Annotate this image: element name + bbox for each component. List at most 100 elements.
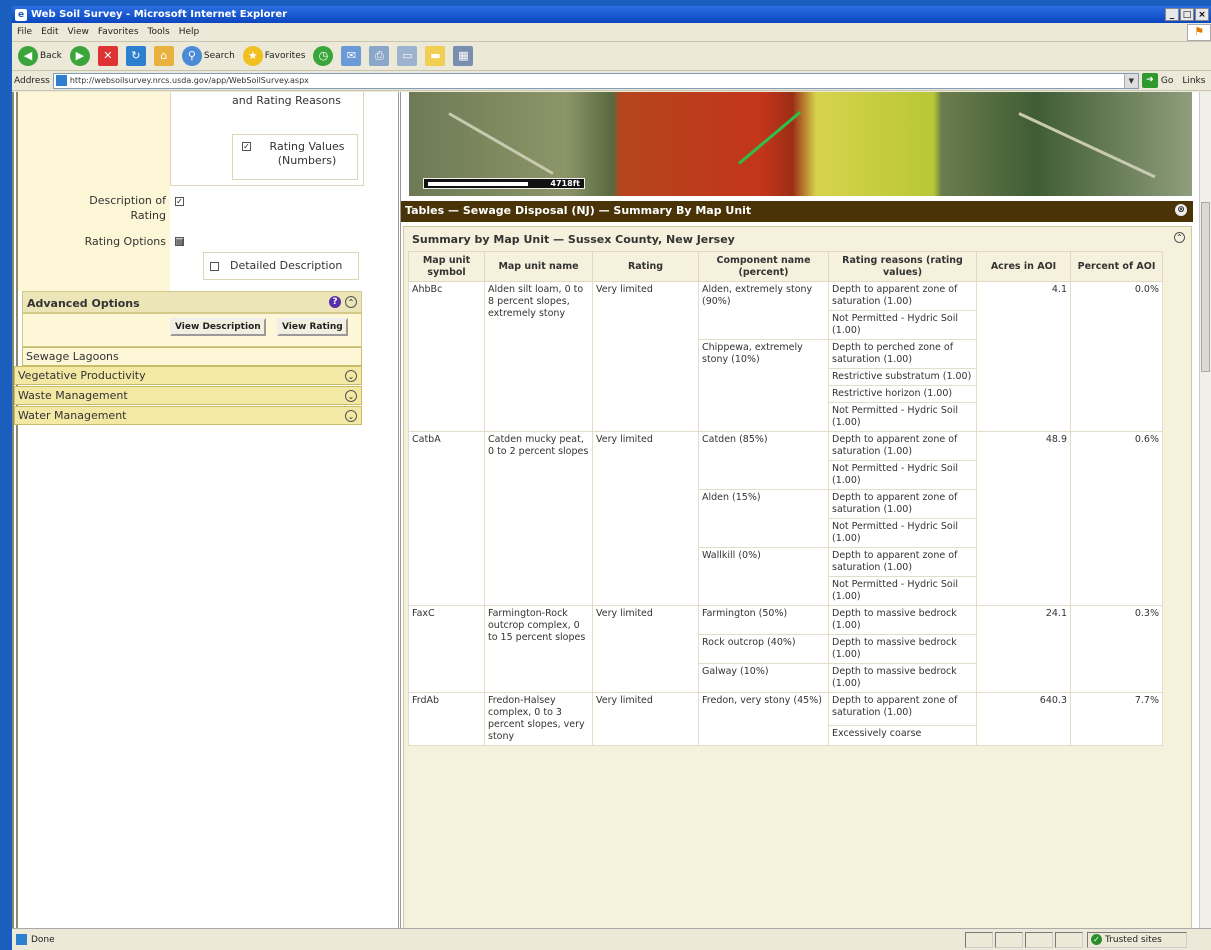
address-dropdown-icon[interactable]: ▼ [1123,73,1138,88]
column-header[interactable]: Rating [592,251,699,282]
acres-in-aoi: 4.1 [976,281,1071,432]
column-header[interactable]: Component name (percent) [698,251,829,282]
search-button[interactable]: ⚲ Search [180,44,237,68]
table-row: AhbBc Alden silt loam, 0 to 8 percent sl… [408,281,1163,432]
component-name: Alden (15%) [698,489,829,548]
stop-icon: ✕ [97,46,118,66]
description-of-rating-label: Description of Rating [89,194,166,222]
close-button[interactable]: × [1195,8,1209,21]
address-input[interactable]: http://websoilsurvey.nrcs.usda.gov/app/W… [52,72,1139,89]
help-icon[interactable]: ? [329,296,341,308]
status-text: Done [31,934,55,945]
close-icon[interactable]: ⊗ [1175,204,1187,216]
component-name: Wallkill (0%) [698,547,829,606]
vertical-scrollbar[interactable] [1199,92,1211,928]
back-label: Back [40,51,62,61]
table-header-row: Map unit symbol Map unit name Rating Com… [408,251,1163,282]
map-road [448,112,554,175]
rating: Very limited [592,692,699,746]
rating-reason: Not Permitted - Hydric Soil (1.00) [828,576,977,606]
collapse-icon[interactable]: ⌃ [1174,232,1185,243]
expand-icon[interactable]: ⌄ [345,390,357,402]
right-panel: 4718ft Tables — Sewage Disposal (NJ) — S… [398,92,1202,948]
mail-button[interactable]: ✉ [339,44,363,68]
menu-file[interactable]: File [17,27,32,37]
column-header[interactable]: Percent of AOI [1070,251,1163,282]
menu-favorites[interactable]: Favorites [98,27,139,37]
back-button[interactable]: ◀ Back [16,44,64,68]
collapse-icon[interactable]: ⌃ [345,296,357,308]
folder-button[interactable]: ▬ [423,44,447,68]
map-road [1018,112,1156,179]
zone-label: Trusted sites [1105,934,1162,945]
print-button[interactable]: ⎙ [367,44,391,68]
search-label: Search [203,51,235,61]
history-icon: ◷ [313,46,334,66]
advanced-options-header[interactable]: Advanced Options ? ⌃ [22,291,362,313]
menu-view[interactable]: View [68,27,89,37]
description-of-rating-checkbox[interactable]: ✓ [175,197,184,206]
expand-icon[interactable]: ⌄ [345,410,357,422]
detailed-description-checkbox[interactable] [210,262,219,271]
soil-map[interactable]: 4718ft [409,92,1192,196]
scrollbar-thumb[interactable] [1201,202,1210,372]
rating-reason: Depth to massive bedrock (1.00) [828,663,977,693]
tables-header-title: Tables — Sewage Disposal (NJ) — Summary … [405,204,752,217]
toolbar: ◀ Back ▶ ✕ ↻ ⌂ ⚲ Search ★ Favorites ◷ ✉ ⎙ ▭… [12,42,1211,71]
status-pane [1055,931,1083,948]
go-arrow-icon[interactable]: ➜ [1141,73,1158,88]
advanced-options-title: Advanced Options [27,297,140,310]
menu-help[interactable]: Help [179,27,200,37]
menu-tools[interactable]: Tools [148,27,170,37]
map-unit-name: Fredon-Halsey complex, 0 to 3 percent sl… [484,692,593,746]
acres-in-aoi: 48.9 [976,431,1071,606]
menu-bar: File Edit View Favorites Tools Help ⚑ [12,23,1211,42]
view-rating-button[interactable]: View Rating [277,318,348,336]
map-unit-name: Catden mucky peat, 0 to 2 percent slopes [484,431,593,606]
expand-icon[interactable]: ⌄ [345,370,357,382]
left-panel: and Rating Reasons ✓ Rating Values (Numb… [12,92,388,928]
refresh-button[interactable]: ↻ [124,44,148,68]
menu-edit[interactable]: Edit [41,27,58,37]
rating-values-checkbox[interactable]: ✓ [242,142,251,151]
go-label[interactable]: Go [1161,76,1173,86]
rating-reason: Not Permitted - Hydric Soil (1.00) [828,460,977,490]
forward-button[interactable]: ▶ [68,44,92,68]
rating-reason: Depth to massive bedrock (1.00) [828,605,977,635]
vegetative-productivity-panel[interactable]: Vegetative Productivity ⌄ [14,366,362,385]
column-header[interactable]: Rating reasons (rating values) [828,251,977,282]
waste-management-panel[interactable]: Waste Management ⌄ [14,386,362,405]
history-button[interactable]: ◷ [311,44,335,68]
rating-options-checkbox[interactable]: ▤ [175,237,184,246]
edit-button[interactable]: ▭ [395,44,419,68]
maximize-button[interactable]: □ [1180,8,1194,21]
forward-arrow-icon: ▶ [69,46,90,66]
links-label[interactable]: Links [1182,76,1205,86]
panel-label: Vegetative Productivity [18,369,146,382]
print-icon: ⎙ [369,46,390,66]
column-header[interactable]: Map unit name [484,251,593,282]
view-description-button[interactable]: View Description [170,318,266,336]
folder-icon: ▬ [425,46,446,66]
water-management-panel[interactable]: Water Management ⌄ [14,406,362,425]
rating-reason: Depth to massive bedrock (1.00) [828,634,977,664]
status-pane [965,931,993,948]
column-header[interactable]: Acres in AOI [976,251,1071,282]
home-button[interactable]: ⌂ [152,44,176,68]
rating-reason: Not Permitted - Hydric Soil (1.00) [828,402,977,432]
page-content: and Rating Reasons ✓ Rating Values (Numb… [12,92,1211,948]
minimize-button[interactable]: _ [1165,8,1179,21]
research-button[interactable]: ▦ [451,44,475,68]
rating-options-label: Rating Options [84,235,166,248]
favorites-button[interactable]: ★ Favorites [241,44,308,68]
stop-button[interactable]: ✕ [96,44,120,68]
column-header[interactable]: Map unit symbol [408,251,485,282]
rating-values-label: Rating Values (Numbers) [269,140,345,167]
acres-in-aoi: 24.1 [976,605,1071,693]
options-label-column [18,92,170,291]
home-icon: ⌂ [153,46,174,66]
address-label: Address [14,75,50,86]
security-zone[interactable]: ✓ Trusted sites [1087,931,1187,948]
sewage-lagoons-item[interactable]: Sewage Lagoons [22,347,362,366]
tables-header: Tables — Sewage Disposal (NJ) — Summary … [401,201,1193,222]
